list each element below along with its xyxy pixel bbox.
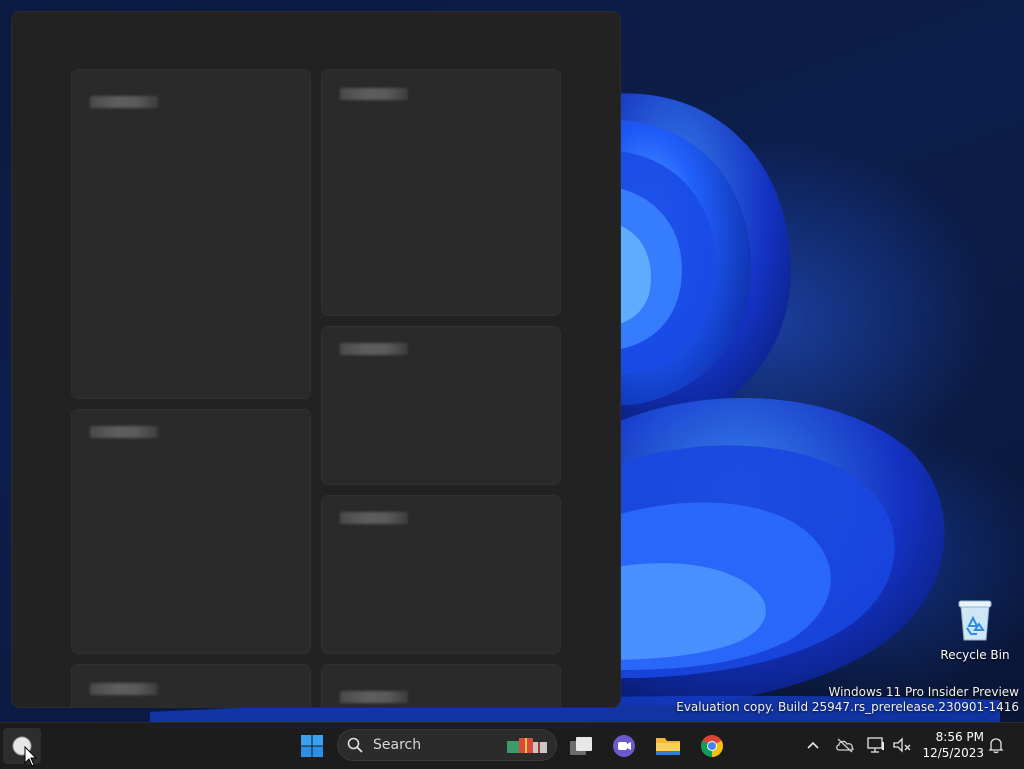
onedrive-tray-button[interactable] (835, 735, 855, 755)
chrome-button[interactable] (693, 728, 731, 764)
widget-card-placeholder[interactable] (322, 496, 560, 653)
notifications-bell-icon (988, 738, 1004, 754)
windows-start-icon (301, 735, 323, 757)
widget-title-placeholder (90, 96, 158, 108)
desktop-icon-recycle-bin[interactable]: Recycle Bin (940, 596, 1010, 662)
teams-chat-button[interactable] (605, 728, 643, 764)
folder-icon (656, 738, 680, 755)
chevron-up-icon (807, 741, 819, 749)
taskbar-clock[interactable]: 8:56 PM 12/5/2023 (918, 729, 984, 761)
teams-chat-icon (613, 735, 635, 757)
widgets-panel (12, 12, 620, 707)
desktop: Recycle Bin Windows 11 Pro Insider Previ… (0, 0, 1024, 722)
evaluation-watermark: Windows 11 Pro Insider Preview Evaluatio… (676, 685, 1019, 715)
widget-card-placeholder[interactable] (322, 327, 560, 484)
network-icon (867, 737, 884, 753)
widget-title-placeholder (340, 691, 408, 703)
widget-card-placeholder[interactable] (322, 70, 560, 315)
clock-time: 8:56 PM (935, 730, 984, 744)
taskbar: Search 8:56 PM 12/5/2023 (0, 722, 1024, 769)
clock-date: 12/5/2023 (922, 746, 984, 760)
widget-card-placeholder[interactable] (72, 665, 310, 707)
widget-title-placeholder (90, 683, 158, 695)
task-view-icon (570, 737, 592, 755)
widget-title-placeholder (340, 512, 408, 524)
widget-card-placeholder[interactable] (72, 70, 310, 398)
taskbar-search-box[interactable]: Search (337, 729, 557, 761)
watermark-line-2: Evaluation copy. Build 25947.rs_prerelea… (676, 700, 1019, 714)
search-label: Search (373, 737, 422, 753)
network-tray-button[interactable] (866, 735, 886, 755)
onedrive-offline-icon (836, 738, 854, 753)
watermark-line-1: Windows 11 Pro Insider Preview (828, 685, 1019, 699)
search-highlight-gifts-icon (507, 738, 547, 753)
file-explorer-button[interactable] (649, 728, 687, 764)
widget-title-placeholder (340, 88, 408, 100)
widget-title-placeholder (340, 343, 408, 355)
show-hidden-icons-button[interactable] (803, 735, 823, 755)
start-button[interactable] (293, 728, 331, 764)
widget-card-placeholder[interactable] (72, 410, 310, 653)
volume-muted-icon (893, 737, 911, 753)
notifications-button[interactable] (986, 735, 1006, 755)
recycle-bin-label: Recycle Bin (940, 648, 1010, 662)
recycle-bin-icon (958, 600, 992, 641)
widget-title-placeholder (90, 426, 158, 438)
volume-tray-button[interactable] (892, 735, 912, 755)
chrome-icon (701, 735, 723, 757)
search-icon (347, 737, 363, 753)
widget-card-placeholder[interactable] (322, 665, 560, 707)
task-view-button[interactable] (562, 728, 600, 764)
mouse-cursor-icon (24, 746, 38, 767)
